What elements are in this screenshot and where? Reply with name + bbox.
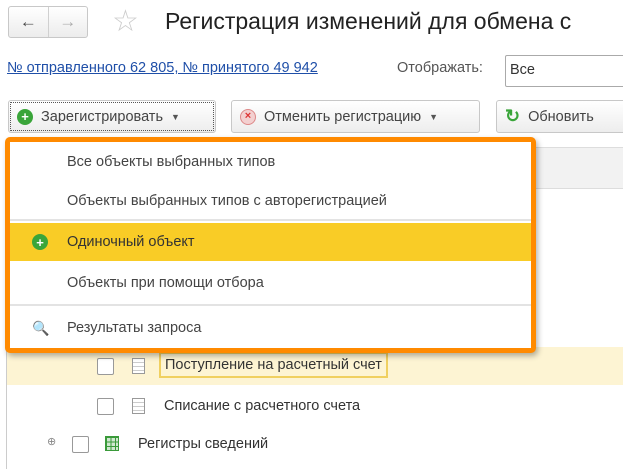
row-checkbox[interactable] xyxy=(97,398,114,415)
row-label: Поступление на расчетный счет xyxy=(159,352,388,378)
display-label: Отображать: xyxy=(397,60,483,76)
query-search-icon: 🔍 xyxy=(32,319,50,336)
menu-item-all-objects[interactable]: Все объекты выбранных типов xyxy=(10,143,531,181)
refresh-icon: ↻ xyxy=(505,106,521,126)
row-checkbox[interactable] xyxy=(72,436,89,453)
chevron-down-icon: ▼ xyxy=(171,111,180,122)
table-row[interactable]: ⊕ Регистры сведений xyxy=(7,426,623,464)
refresh-button[interactable]: ↻ Обновить xyxy=(496,100,623,133)
plus-icon: + xyxy=(32,234,48,250)
refresh-label: Обновить xyxy=(528,108,594,125)
document-icon xyxy=(132,398,145,414)
message-numbers-link[interactable]: № отправленного 62 805, № принятого 49 9… xyxy=(7,60,318,76)
menu-separator xyxy=(10,304,531,306)
table-header xyxy=(535,147,623,189)
forward-button[interactable]: → xyxy=(49,7,88,37)
navigation-buttons: ← → xyxy=(8,6,88,38)
menu-item-query-results[interactable]: 🔍 Результаты запроса xyxy=(10,309,531,347)
row-label: Списание с расчетного счета xyxy=(164,398,361,414)
register-grid-icon xyxy=(105,436,119,451)
register-button[interactable]: + Зарегистрировать ▼ xyxy=(8,100,216,133)
back-button[interactable]: ← xyxy=(9,7,49,37)
plus-icon: + xyxy=(17,108,33,125)
menu-separator xyxy=(10,219,531,221)
row-checkbox[interactable] xyxy=(97,358,114,375)
menu-item-autoregistration[interactable]: Объекты выбранных типов с авторегистраци… xyxy=(10,182,531,220)
menu-item-single-object[interactable]: + Одиночный объект xyxy=(10,223,531,261)
favorite-star-icon[interactable]: ☆ xyxy=(112,4,139,39)
chevron-down-icon: ▼ xyxy=(429,111,439,122)
register-label: Зарегистрировать xyxy=(41,108,164,125)
table-row[interactable]: Списание с расчетного счета xyxy=(7,388,623,426)
row-label: Регистры сведений xyxy=(138,436,269,452)
expand-icon[interactable]: ⊕ xyxy=(47,435,56,448)
display-select[interactable]: Все xyxy=(505,55,623,87)
cancel-registration-button[interactable]: × Отменить регистрацию ▼ xyxy=(231,100,480,133)
menu-item-by-filter[interactable]: Объекты при помощи отбора xyxy=(10,264,531,302)
register-dropdown-menu: Все объекты выбранных типов Объекты выбр… xyxy=(5,137,536,353)
document-icon xyxy=(132,358,145,374)
cancel-icon: × xyxy=(240,108,256,125)
menu-item-label: Одиночный объект xyxy=(67,234,195,250)
page-title: Регистрация изменений для обмена с xyxy=(165,8,572,34)
cancel-label: Отменить регистрацию xyxy=(264,108,422,125)
menu-item-label: Результаты запроса xyxy=(67,320,202,336)
